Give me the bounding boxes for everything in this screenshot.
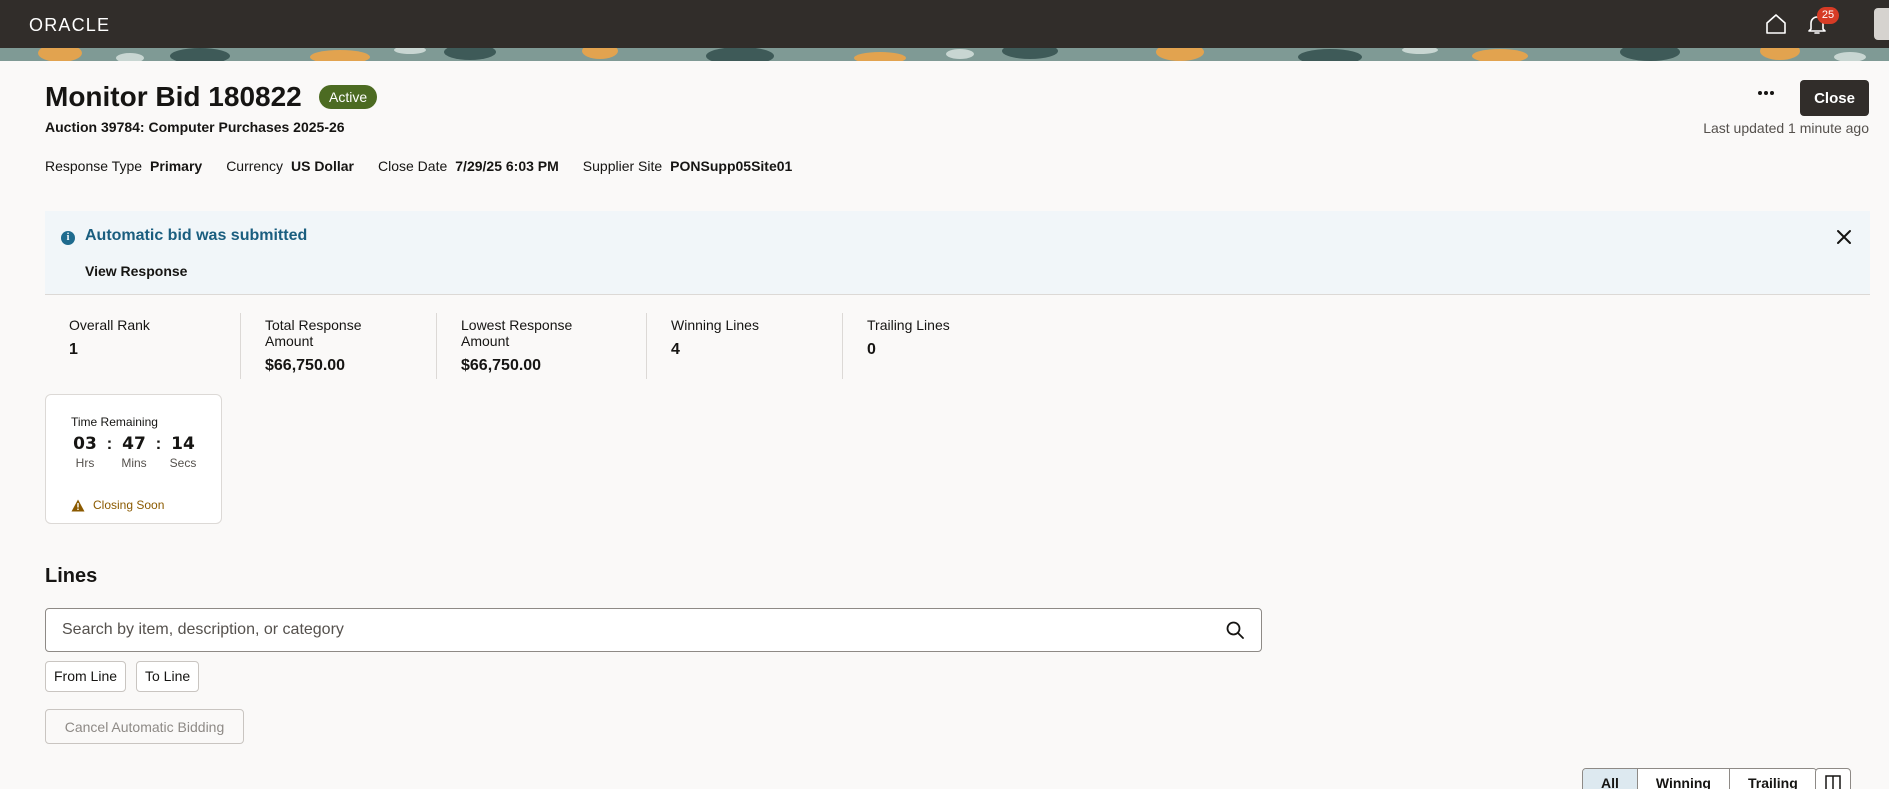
columns-icon	[1825, 775, 1841, 789]
countdown: 03 Hrs : 47 Mins : 14 Secs	[71, 434, 197, 470]
filter-trailing[interactable]: Trailing	[1729, 769, 1816, 789]
metric-total-response-amount: Total Response Amount $66,750.00	[241, 313, 437, 379]
manage-columns-button[interactable]	[1815, 768, 1851, 789]
closing-soon-warning: Closing Soon	[71, 498, 164, 512]
page-subtitle: Auction 39784: Computer Purchases 2025-2…	[45, 119, 345, 135]
countdown-seconds: 14 Secs	[169, 434, 197, 470]
filter-winning[interactable]: Winning	[1637, 769, 1730, 789]
meta-currency: Currency US Dollar	[226, 158, 354, 174]
meta-supplier-site: Supplier Site PONSupp05Site01	[582, 158, 793, 174]
lines-search	[45, 608, 1262, 652]
time-remaining-label: Time Remaining	[71, 415, 158, 429]
oracle-logo[interactable]: ORACLE	[29, 15, 110, 36]
alert-title: Automatic bid was submitted	[85, 227, 308, 244]
countdown-separator: :	[155, 434, 162, 453]
close-icon[interactable]	[1832, 225, 1856, 249]
status-badge: Active	[319, 85, 378, 109]
last-updated-text: Last updated 1 minute ago	[1703, 120, 1869, 136]
info-message-banner: i Automatic bid was submitted View Respo…	[45, 211, 1870, 295]
view-response-link[interactable]: View Response	[85, 263, 187, 279]
info-icon: i	[61, 231, 75, 245]
notification-count-badge: 25	[1817, 7, 1839, 24]
metric-winning-lines: Winning Lines 4	[647, 313, 843, 379]
from-line-filter[interactable]: From Line	[45, 661, 127, 692]
bid-details-row: Response Type Primary Currency US Dollar C…	[45, 158, 816, 174]
page-title: Monitor Bid 180822	[45, 81, 302, 112]
more-actions-icon[interactable]	[1752, 81, 1780, 105]
time-remaining-card: Time Remaining 03 Hrs : 47 Mins : 14 Sec…	[45, 394, 222, 524]
decorative-banner	[0, 48, 1889, 61]
close-button[interactable]: Close	[1800, 80, 1869, 116]
to-line-filter[interactable]: To Line	[136, 661, 200, 692]
warning-icon	[71, 499, 85, 511]
user-avatar[interactable]	[1874, 8, 1889, 40]
meta-response-type: Response Type Primary	[45, 158, 203, 174]
meta-close-date: Close Date 7/29/25 6:03 PM	[378, 158, 559, 174]
lines-heading: Lines	[45, 565, 98, 587]
countdown-separator: :	[106, 434, 113, 453]
metric-lowest-response-amount: Lowest Response Amount $66,750.00	[437, 313, 647, 379]
main-content: Monitor Bid 180822 Active Auction 39784:…	[0, 61, 1889, 789]
countdown-minutes: 47 Mins	[121, 434, 147, 470]
global-header: ORACLE 25	[0, 0, 1889, 48]
bid-summary-metrics: Overall Rank 1 Total Response Amount $66…	[45, 313, 1039, 379]
home-icon[interactable]	[1764, 12, 1788, 36]
metric-overall-rank: Overall Rank 1	[45, 313, 241, 379]
countdown-hours: 03 Hrs	[73, 434, 97, 470]
lines-filter-toggle: All Winning Trailing	[1582, 768, 1817, 789]
closing-soon-text: Closing Soon	[93, 498, 165, 512]
cancel-automatic-bidding-button[interactable]: Cancel Automatic Bidding	[45, 709, 244, 744]
filter-all[interactable]: All	[1583, 769, 1638, 789]
search-icon[interactable]	[1225, 620, 1245, 640]
lines-search-input[interactable]	[46, 609, 1216, 651]
metric-trailing-lines: Trailing Lines 0	[867, 317, 950, 358]
banner-pattern	[0, 48, 1889, 61]
